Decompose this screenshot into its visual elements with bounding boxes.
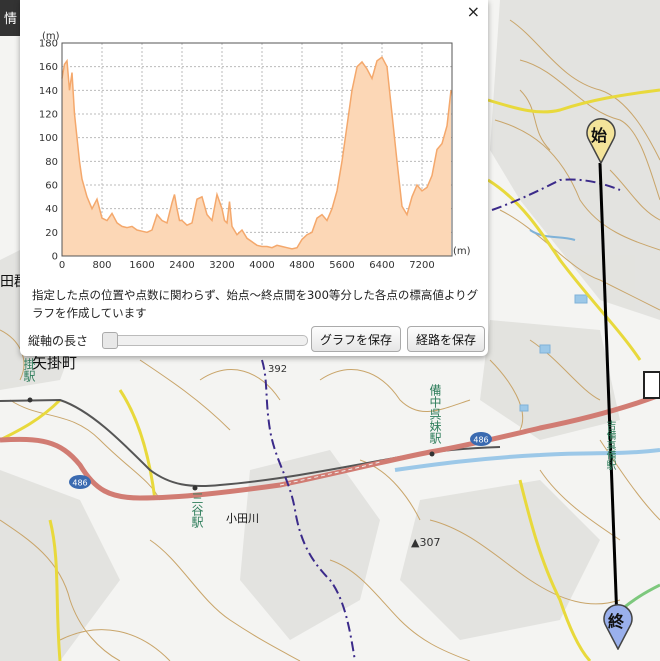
route-shield-486-right: 486 xyxy=(470,432,492,446)
elevation-area xyxy=(62,57,451,257)
x-tick-label: 0 xyxy=(59,260,65,271)
start-marker[interactable]: 始 xyxy=(585,116,617,165)
y-tick-label: 140 xyxy=(39,86,58,97)
svg-text:486: 486 xyxy=(72,479,87,488)
elevation-profile-panel: × 0 20 40 60 80 100 120 140 160 180 0 800 1600 2400 32… xyxy=(20,0,488,356)
slider-thumb[interactable] xyxy=(102,332,118,349)
y-tick-label: 20 xyxy=(45,228,58,239)
x-tick-label: 5600 xyxy=(329,260,354,271)
x-axis-unit: (m) xyxy=(453,246,471,257)
x-tick-label: 2400 xyxy=(169,260,194,271)
vertical-scale-label: 縦軸の長さ xyxy=(28,334,89,348)
scale-controls: 縦軸の長さ グラフを保存 経路を保存 xyxy=(28,326,485,352)
x-tick-label: 6400 xyxy=(369,260,394,271)
label-town: 矢掛町 xyxy=(32,354,77,372)
map-edge-marker xyxy=(643,371,660,399)
x-tick-label: 800 xyxy=(92,260,111,271)
end-marker[interactable]: 終 xyxy=(602,602,634,651)
station-dot-mitani xyxy=(192,485,198,491)
x-tick-label: 3200 xyxy=(209,260,234,271)
y-tick-label: 40 xyxy=(45,204,58,215)
elevation-chart: 0204060801001201401601800 800 1600 2400 3200… xyxy=(39,31,471,271)
svg-text:392: 392 xyxy=(268,364,287,375)
station-dot-left xyxy=(27,397,33,403)
start-marker-label: 始 xyxy=(591,126,608,145)
y-tick-label: 160 xyxy=(39,62,58,73)
close-icon[interactable]: × xyxy=(467,2,480,21)
save-route-button[interactable]: 経路を保存 xyxy=(407,326,485,352)
label-river: 小田川 xyxy=(226,512,259,525)
label-station-right: 吉備真備駅 xyxy=(604,420,615,470)
y-tick-label: 80 xyxy=(45,157,58,168)
y-tick-label: 120 xyxy=(39,110,58,121)
x-tick-label: 4000 xyxy=(249,260,274,271)
route-shield-486-left: 486 xyxy=(69,475,91,489)
graph-note: 指定した点の位置や点数に関わらず、始点〜終点間を300等分した各点の標高値よりグ… xyxy=(32,288,479,320)
y-tick-label: 60 xyxy=(45,181,58,192)
end-marker-label: 終 xyxy=(608,612,625,631)
y-tick-label: 100 xyxy=(39,133,58,144)
station-dot-imo xyxy=(429,451,435,457)
label-station-bichu-imo: 備中呉妹駅 xyxy=(428,384,442,444)
svg-text:486: 486 xyxy=(473,436,488,445)
label-station-mitani: 三谷駅 xyxy=(190,492,204,528)
label-spot-height: ▲307 xyxy=(411,536,440,549)
vertical-scale-slider[interactable] xyxy=(102,332,308,349)
x-tick-label: 1600 xyxy=(129,260,154,271)
y-tick-label: 0 xyxy=(52,252,58,263)
route-marker-392: 392 xyxy=(268,364,287,375)
save-graph-button[interactable]: グラフを保存 xyxy=(311,326,401,352)
x-tick-label: 7200 xyxy=(409,260,434,271)
x-tick-label: 4800 xyxy=(289,260,314,271)
y-axis-unit: (m) xyxy=(42,31,60,42)
label-station-yakage: 掛駅 xyxy=(22,358,36,382)
